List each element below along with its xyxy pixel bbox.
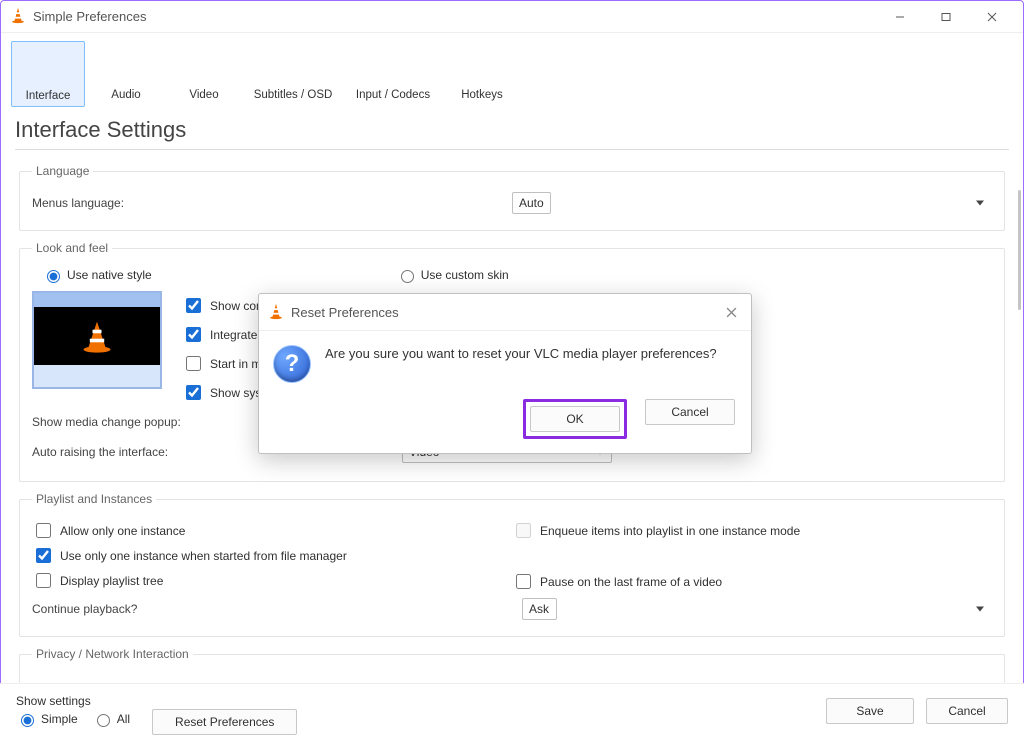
titlebar: Simple Preferences bbox=[1, 1, 1023, 33]
page-title: Interface Settings bbox=[15, 117, 1009, 143]
group-legend: Language bbox=[32, 164, 93, 178]
category-input[interactable]: Input / Codecs bbox=[345, 41, 441, 107]
pause-last-check[interactable]: Pause on the last frame of a video bbox=[512, 571, 992, 592]
language-group: Language Menus language: Auto bbox=[19, 164, 1005, 231]
custom-skin-radio[interactable]: Use custom skin bbox=[396, 267, 509, 283]
dialog-cancel-button[interactable]: Cancel bbox=[645, 399, 735, 425]
group-legend: Look and feel bbox=[32, 241, 112, 255]
one-instance-check[interactable]: Allow only one instance bbox=[32, 520, 512, 541]
minimize-button[interactable] bbox=[877, 2, 923, 32]
category-label: Input / Codecs bbox=[356, 89, 430, 101]
from-fm-check[interactable]: Use only one instance when started from … bbox=[32, 545, 512, 566]
category-video[interactable]: Video bbox=[167, 41, 241, 107]
all-radio[interactable]: All bbox=[92, 711, 130, 727]
menus-language-label: Menus language: bbox=[32, 196, 202, 210]
enqueue-check: Enqueue items into playlist in one insta… bbox=[512, 520, 992, 541]
continue-label: Continue playback? bbox=[32, 602, 522, 616]
divider bbox=[15, 149, 1009, 150]
cancel-button[interactable]: Cancel bbox=[926, 698, 1008, 724]
close-button[interactable] bbox=[969, 2, 1015, 32]
window-title: Simple Preferences bbox=[33, 9, 146, 24]
group-legend: Privacy / Network Interaction bbox=[32, 647, 193, 661]
skin-preview bbox=[32, 291, 162, 389]
category-label: Hotkeys bbox=[461, 89, 503, 101]
group-legend: Playlist and Instances bbox=[32, 492, 156, 506]
category-label: Audio bbox=[111, 89, 140, 101]
question-icon: ? bbox=[273, 345, 311, 383]
category-label: Interface bbox=[26, 90, 71, 102]
native-style-radio[interactable]: Use native style bbox=[42, 267, 152, 283]
dialog-close-button[interactable] bbox=[719, 300, 743, 324]
vlc-cone-icon bbox=[267, 302, 285, 323]
maximize-button[interactable] bbox=[923, 2, 969, 32]
save-button[interactable]: Save bbox=[826, 698, 914, 724]
showsettings-label: Show settings bbox=[16, 694, 144, 708]
dialog-message: Are you sure you want to reset your VLC … bbox=[325, 345, 717, 383]
dialog-ok-button[interactable]: OK bbox=[530, 406, 620, 432]
category-audio[interactable]: Audio bbox=[89, 41, 163, 107]
dialog-title: Reset Preferences bbox=[291, 305, 399, 320]
menus-language-select[interactable]: Auto bbox=[512, 192, 551, 214]
privacy-group: Privacy / Network Interaction bbox=[19, 647, 1005, 683]
continue-select[interactable]: Ask bbox=[522, 598, 557, 620]
playlist-group: Playlist and Instances Allow only one in… bbox=[19, 492, 1005, 637]
category-label: Video bbox=[189, 89, 218, 101]
category-interface[interactable]: Interface bbox=[11, 41, 85, 107]
ok-highlight: OK bbox=[523, 399, 627, 439]
scrollbar-thumb[interactable] bbox=[1018, 190, 1021, 310]
playlist-tree-check[interactable]: Display playlist tree bbox=[32, 570, 512, 591]
reset-preferences-button[interactable]: Reset Preferences bbox=[152, 709, 297, 735]
category-hotkeys[interactable]: Hotkeys bbox=[445, 41, 519, 107]
reset-dialog: Reset Preferences ? Are you sure you wan… bbox=[258, 293, 752, 454]
category-toolbar: Interface Audio Video Subtitles / OSD In… bbox=[1, 33, 1023, 111]
vlc-cone-icon bbox=[9, 6, 27, 27]
category-label: Subtitles / OSD bbox=[254, 89, 333, 101]
category-subtitles[interactable]: Subtitles / OSD bbox=[245, 41, 341, 107]
bottom-bar: Show settings Simple All Reset Preferenc… bbox=[0, 683, 1024, 737]
simple-radio[interactable]: Simple bbox=[16, 711, 78, 727]
